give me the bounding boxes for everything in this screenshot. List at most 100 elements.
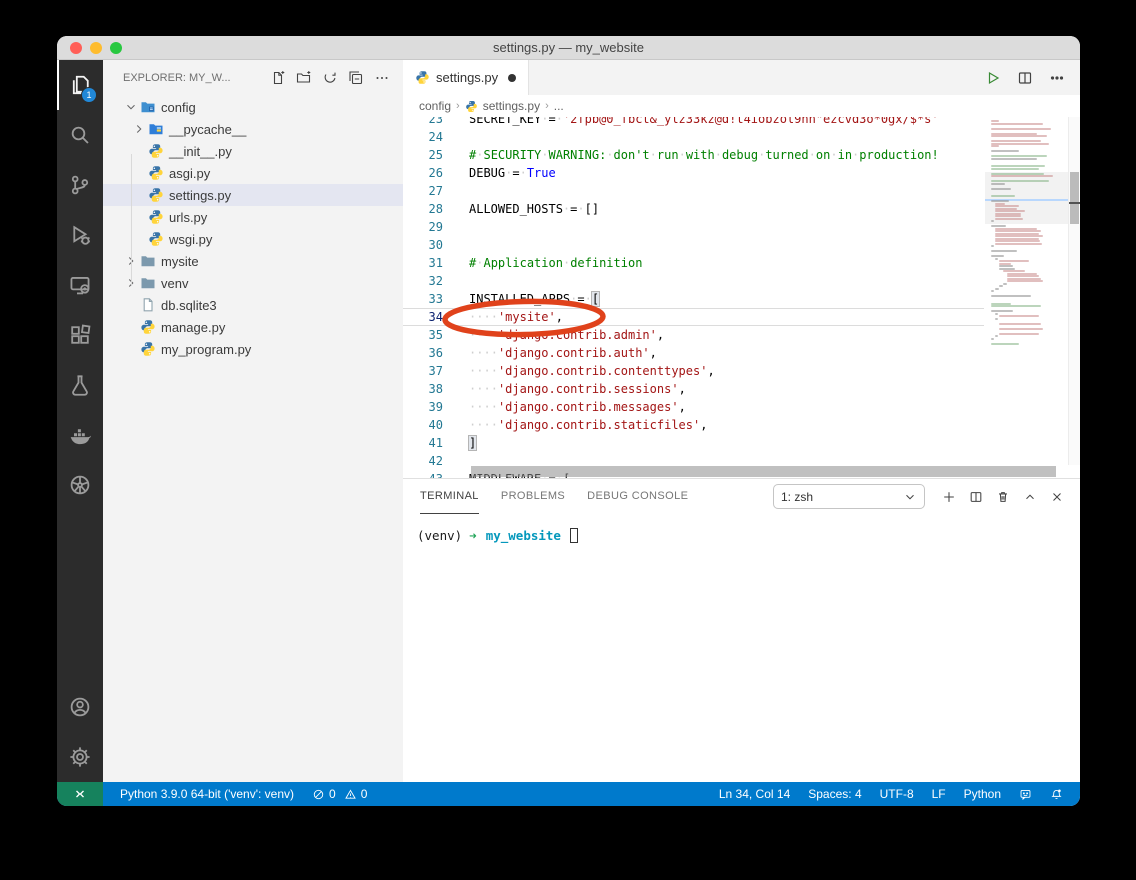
terminal-content[interactable]: (venv) ➜ my_website <box>403 514 1080 543</box>
feedback-button[interactable] <box>1010 782 1041 806</box>
tab-settings-py[interactable]: settings.py <box>403 60 529 95</box>
code-line-36[interactable]: 36····'django.contrib.auth', <box>403 344 1080 362</box>
tree-item--init-py[interactable]: __init__.py <box>103 140 403 162</box>
activity-source-control-icon[interactable] <box>57 160 103 210</box>
activity-account-icon[interactable] <box>57 682 103 732</box>
terminal-picker-dropdown[interactable]: 1: zsh <box>773 484 925 509</box>
tree-item-settings-py[interactable]: settings.py <box>103 184 403 206</box>
code-line-25[interactable]: 25#·SECURITY·WARNING:·don't·run·with·deb… <box>403 146 1080 164</box>
code-line-33[interactable]: 33 INSTALLED_APPS·=·[ <box>403 290 1080 308</box>
tree-item--pycache-[interactable]: __pycache__ <box>103 118 403 140</box>
python-interpreter-status[interactable]: Python 3.9.0 64-bit ('venv': venv) <box>111 782 303 806</box>
cursor-position-status[interactable]: Ln 34, Col 14 <box>710 782 799 806</box>
problems-status[interactable]: 0 0 <box>303 782 376 806</box>
code-line-26[interactable]: 26DEBUG·=·True <box>403 164 1080 182</box>
zoom-window-button[interactable] <box>110 42 122 54</box>
activity-extensions-icon[interactable] <box>57 310 103 360</box>
activity-explorer-icon[interactable]: 1 <box>57 60 103 110</box>
code-line-40[interactable]: 40····'django.contrib.staticfiles', <box>403 416 1080 434</box>
activity-run-debug-icon[interactable] <box>57 210 103 260</box>
code-line-30[interactable]: 30 <box>403 236 1080 254</box>
tab-debug-console[interactable]: DEBUG CONSOLE <box>587 479 688 514</box>
run-python-file-button[interactable] <box>980 65 1006 91</box>
activity-settings-icon[interactable] <box>57 732 103 782</box>
bottom-panel: TERMINAL PROBLEMS DEBUG CONSOLE 1: zsh <box>403 478 1080 782</box>
line-number: 37 <box>403 362 443 380</box>
code-line-23[interactable]: 23SECRET_KEY·=·'2fpb@0_fbct&_ylz33kz@d!t… <box>403 117 1080 128</box>
indentation-status[interactable]: Spaces: 4 <box>799 782 870 806</box>
line-number: 43 <box>403 470 443 478</box>
code-line-content: ····'django.contrib.sessions', <box>469 380 686 398</box>
more-actions-button[interactable] <box>1044 65 1070 91</box>
code-line-31[interactable]: 31#·Application·definition <box>403 254 1080 272</box>
tab-problems[interactable]: PROBLEMS <box>501 479 565 514</box>
line-number: 40 <box>403 416 443 434</box>
tree-item-wsgi-py[interactable]: wsgi.py <box>103 228 403 250</box>
code-editor[interactable]: 23SECRET_KEY·=·'2fpb@0_fbct&_ylz33kz@d!t… <box>403 117 1080 478</box>
tab-terminal[interactable]: TERMINAL <box>420 479 479 514</box>
error-icon <box>312 788 325 801</box>
twisty-spacer <box>131 231 147 247</box>
code-line-24[interactable]: 24 <box>403 128 1080 146</box>
code-line-37[interactable]: 37····'django.contrib.contenttypes', <box>403 362 1080 380</box>
code-line-28[interactable]: 28ALLOWED_HOSTS·=·[] <box>403 200 1080 218</box>
refresh-button[interactable] <box>317 65 343 91</box>
titlebar[interactable]: settings.py — my_website <box>57 36 1080 60</box>
encoding-status[interactable]: UTF-8 <box>871 782 923 806</box>
breadcrumb: config › settings.py › ... <box>403 95 1080 117</box>
code-line-content: #·SECURITY·WARNING:·don't·run·with·debug… <box>469 146 939 164</box>
close-panel-button[interactable] <box>1043 483 1070 510</box>
vertical-scrollbar-thumb[interactable] <box>1070 172 1079 224</box>
new-file-button[interactable] <box>265 65 291 91</box>
breadcrumb-config[interactable]: config <box>419 99 451 113</box>
tree-item-db-sqlite3[interactable]: db.sqlite3 <box>103 294 403 316</box>
more-button[interactable] <box>369 65 395 91</box>
breadcrumb-settings-py[interactable]: settings.py <box>483 99 540 113</box>
tree-item-asgi-py[interactable]: asgi.py <box>103 162 403 184</box>
kill-terminal-button[interactable] <box>989 483 1016 510</box>
eol-status[interactable]: LF <box>923 782 955 806</box>
tree-item-config[interactable]: config <box>103 96 403 118</box>
split-editor-button[interactable] <box>1012 65 1038 91</box>
new-terminal-button[interactable] <box>935 483 962 510</box>
language-mode-status[interactable]: Python <box>955 782 1010 806</box>
activity-remote-explorer-icon[interactable] <box>57 260 103 310</box>
code-line-content: #·Application·definition <box>469 254 642 272</box>
code-line-content: INSTALLED_APPS·=·[ <box>469 290 599 308</box>
close-window-button[interactable] <box>70 42 82 54</box>
activity-docker-icon[interactable] <box>57 410 103 460</box>
minimize-window-button[interactable] <box>90 42 102 54</box>
remote-indicator[interactable] <box>57 782 103 806</box>
code-line-29[interactable]: 29 <box>403 218 1080 236</box>
new-folder-button[interactable] <box>291 65 317 91</box>
twisty-spacer <box>123 297 139 313</box>
code-line-41[interactable]: 41] <box>403 434 1080 452</box>
tree-item-urls-py[interactable]: urls.py <box>103 206 403 228</box>
code-line-39[interactable]: 39····'django.contrib.messages', <box>403 398 1080 416</box>
code-line-34[interactable]: 34····'mysite', <box>403 308 1080 326</box>
line-number: 33 <box>403 290 443 308</box>
code-line-27[interactable]: 27 <box>403 182 1080 200</box>
tree-item-mysite[interactable]: mysite <box>103 250 403 272</box>
horizontal-scrollbar-thumb[interactable] <box>471 466 1056 477</box>
chevron-down-icon[interactable] <box>123 99 139 115</box>
vertical-scrollbar[interactable] <box>1068 117 1080 465</box>
code-line-38[interactable]: 38····'django.contrib.sessions', <box>403 380 1080 398</box>
code-line-35[interactable]: 35····'django.contrib.admin', <box>403 326 1080 344</box>
activity-search-icon[interactable] <box>57 110 103 160</box>
tree-item-manage-py[interactable]: manage.py <box>103 316 403 338</box>
explorer-toolbar <box>265 65 395 91</box>
maximize-panel-button[interactable] <box>1016 483 1043 510</box>
tree-item-my-program-py[interactable]: my_program.py <box>103 338 403 360</box>
tree-item-venv[interactable]: venv <box>103 272 403 294</box>
split-terminal-button[interactable] <box>962 483 989 510</box>
chevron-right-icon[interactable] <box>131 121 147 137</box>
code-line-32[interactable]: 32 <box>403 272 1080 290</box>
activity-testing-icon[interactable] <box>57 360 103 410</box>
notifications-button[interactable] <box>1041 782 1072 806</box>
horizontal-scrollbar[interactable] <box>469 465 1068 478</box>
activity-kubernetes-icon[interactable] <box>57 460 103 510</box>
minimap[interactable] <box>985 117 1068 465</box>
collapse-all-button[interactable] <box>343 65 369 91</box>
breadcrumb-symbol[interactable]: ... <box>554 99 564 113</box>
